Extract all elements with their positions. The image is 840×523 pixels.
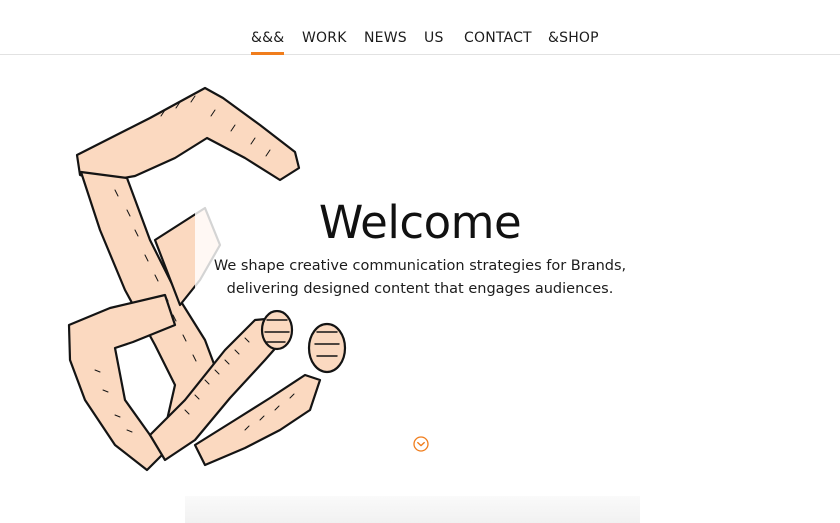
welcome-title: Welcome (318, 196, 522, 249)
page: &&& WORK NEWS US CONTACT &SHOP Welcome W… (0, 0, 840, 523)
nav-item-us[interactable]: US (424, 29, 444, 47)
next-section-edge (185, 496, 640, 523)
welcome-subtitle-line2: delivering designed content that engages… (226, 281, 614, 297)
welcome-subtitle-line1: We shape creative communication strategi… (213, 258, 627, 274)
nav-item-contact[interactable]: CONTACT (464, 29, 532, 47)
nav-item-news[interactable]: NEWS (364, 29, 407, 47)
left-fist (260, 309, 294, 351)
nav-item-work[interactable]: WORK (302, 29, 347, 47)
nav-menu: &&& WORK NEWS US CONTACT &SHOP (0, 29, 840, 55)
welcome-subtitle: We shape creative communication strategi… (0, 255, 840, 301)
chevron-down-circle-icon[interactable] (413, 436, 429, 452)
upper-forearm (75, 86, 301, 184)
right-fist (307, 322, 347, 374)
nav-item-shop[interactable]: &SHOP (548, 29, 599, 47)
nav-item-home[interactable]: &&& (251, 29, 285, 55)
top-navigation: &&& WORK NEWS US CONTACT &SHOP (0, 0, 840, 55)
